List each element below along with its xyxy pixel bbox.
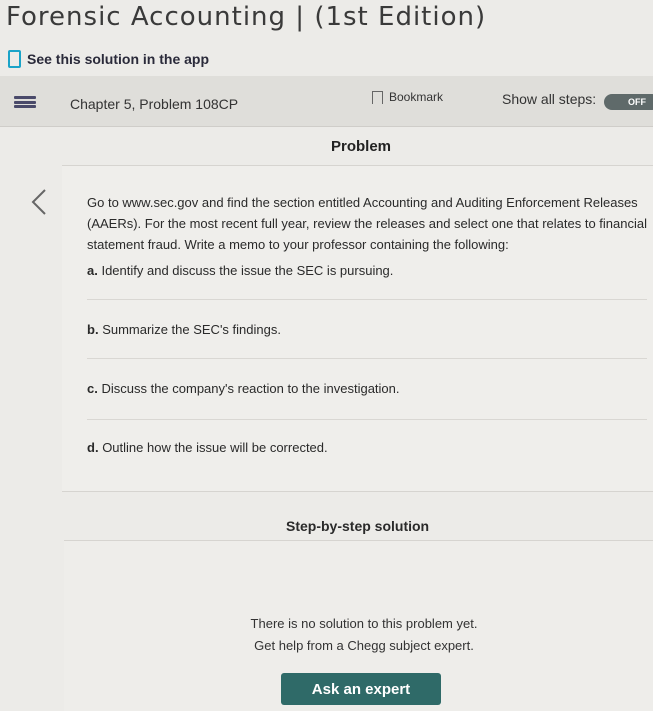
- menu-icon[interactable]: [14, 96, 36, 108]
- divider: [87, 419, 647, 420]
- part-letter: b.: [87, 322, 99, 337]
- part-text: Outline how the issue will be corrected.: [102, 440, 328, 455]
- show-steps-label: Show all steps:: [502, 91, 597, 107]
- part-text: Identify and discuss the issue the SEC i…: [101, 263, 394, 278]
- bookmark-icon: [372, 90, 383, 104]
- chapter-bar: Chapter 5, Problem 108CP Bookmark Show a…: [0, 76, 653, 127]
- chevron-left-icon[interactable]: [30, 188, 48, 216]
- divider: [87, 299, 647, 300]
- no-solution-message: There is no solution to this problem yet…: [234, 613, 494, 657]
- show-steps-toggle[interactable]: OFF: [604, 94, 653, 110]
- ask-expert-button[interactable]: Ask an expert: [281, 673, 441, 705]
- chapter-label: Chapter 5, Problem 108CP: [70, 96, 239, 112]
- part-letter: a.: [87, 263, 98, 278]
- see-in-app-label: See this solution in the app: [27, 51, 210, 67]
- solution-heading: Step-by-step solution: [286, 518, 430, 534]
- part-text: Discuss the company's reaction to the in…: [101, 381, 400, 396]
- expert-help-line: Get help from a Chegg subject expert.: [254, 638, 474, 653]
- problem-text: Go to www.sec.gov and find the section e…: [87, 195, 647, 252]
- part-letter: d.: [87, 440, 99, 455]
- part-letter: c.: [87, 381, 98, 396]
- part-text: Summarize the SEC's findings.: [102, 322, 281, 337]
- divider: [87, 358, 647, 359]
- bookmark-label: Bookmark: [389, 90, 444, 104]
- problem-heading: Problem: [331, 138, 392, 155]
- phone-icon: [8, 50, 21, 68]
- part-d: d. Outline how the issue will be correct…: [87, 440, 328, 455]
- part-b: b. Summarize the SEC's findings.: [87, 322, 281, 337]
- see-in-app-link[interactable]: See this solution in the app: [8, 50, 209, 68]
- bookmark-button[interactable]: Bookmark: [372, 90, 443, 104]
- part-a: a. Identify and discuss the issue the SE…: [87, 263, 393, 278]
- book-title: Forensic Accounting | (1st Edition): [6, 2, 487, 32]
- part-c: c. Discuss the company's reaction to the…: [87, 381, 400, 396]
- no-solution-line: There is no solution to this problem yet…: [250, 616, 478, 631]
